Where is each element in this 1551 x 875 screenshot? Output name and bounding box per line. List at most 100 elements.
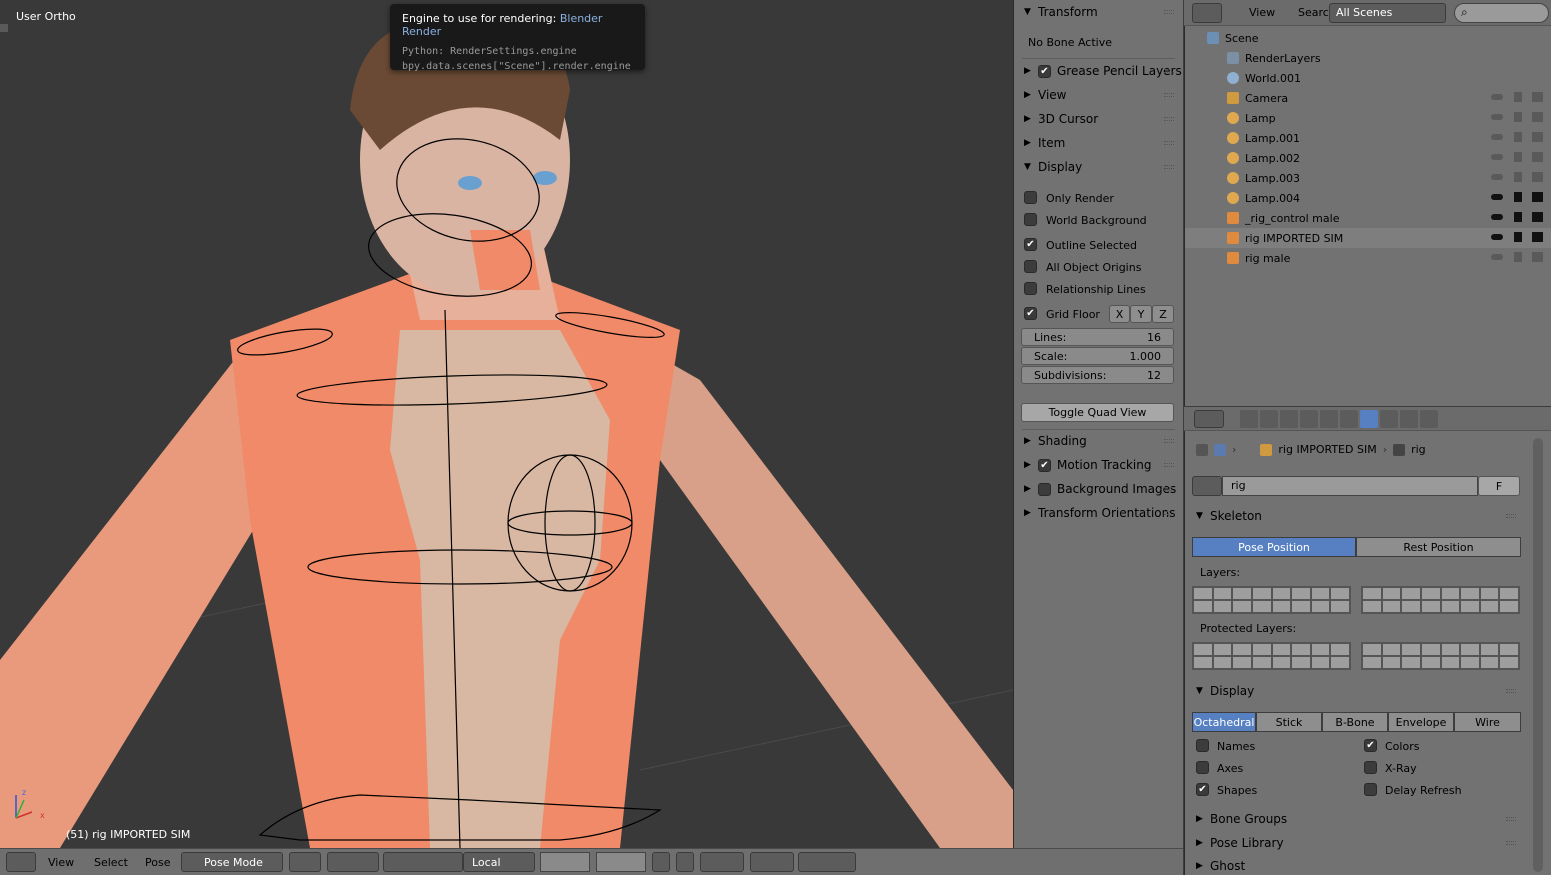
grease-pencil-checkbox[interactable]: ✔: [1038, 64, 1051, 78]
world-tab-icon[interactable]: [1300, 410, 1318, 428]
outline-selected-checkbox[interactable]: ✔: [1024, 238, 1037, 251]
texture-tab-icon[interactable]: [1400, 410, 1418, 428]
outliner-row-renderlayers[interactable]: RenderLayers: [1185, 48, 1551, 68]
panel-background-images[interactable]: ▶ Background Images: [1014, 478, 1184, 500]
layer-buttons-1[interactable]: [540, 852, 590, 872]
bone-layers-grid-2[interactable]: [1361, 586, 1520, 614]
mode-select[interactable]: Pose Mode: [181, 852, 283, 872]
panel-view[interactable]: ▶ View: [1014, 84, 1184, 106]
view-menu[interactable]: View: [48, 852, 74, 872]
armature-browse-button[interactable]: [1192, 476, 1222, 496]
pose-menu[interactable]: Pose: [145, 852, 170, 872]
render-tab-icon[interactable]: [1240, 410, 1258, 428]
lock-layers-icon[interactable]: [652, 852, 670, 872]
rest-position-button[interactable]: Rest Position: [1356, 537, 1521, 557]
orientation-select[interactable]: Local: [463, 852, 535, 872]
panel-grease-pencil[interactable]: ▶ ✔ Grease Pencil Layers: [1014, 60, 1184, 82]
bone-tab-icon[interactable]: [1380, 410, 1398, 428]
panel-label: Ghost: [1210, 858, 1246, 873]
panel-motion-tracking[interactable]: ▶ ✔ Motion Tracking: [1014, 454, 1184, 476]
motion-tracking-checkbox[interactable]: ✔: [1038, 458, 1051, 472]
editor-type-button[interactable]: [6, 852, 36, 872]
scene-tab-icon[interactable]: [1280, 410, 1298, 428]
display-mode-select[interactable]: All Scenes: [1329, 3, 1446, 23]
editor-type-icon[interactable]: [1192, 3, 1222, 23]
grid-axis-x[interactable]: X: [1109, 305, 1130, 323]
panel-transform-orientations[interactable]: ▶ Transform Orientations: [1014, 502, 1184, 524]
datablock-name-field[interactable]: rig: [1222, 476, 1478, 496]
names-checkbox[interactable]: [1196, 739, 1209, 752]
panel-display-armature[interactable]: ▼ Display: [1186, 680, 1526, 702]
panel-label: Item: [1038, 136, 1066, 150]
row-label: Lamp.004: [1245, 191, 1301, 205]
only-render-checkbox[interactable]: [1024, 191, 1037, 204]
panel-pose-library[interactable]: ▶ Pose Library: [1186, 832, 1526, 854]
axes-checkbox[interactable]: [1196, 761, 1209, 774]
render-preview-icon[interactable]: [750, 852, 794, 872]
all-origins-checkbox[interactable]: [1024, 260, 1037, 273]
select-menu[interactable]: Select: [94, 852, 128, 872]
pivot-select[interactable]: [327, 852, 379, 872]
subdivisions-field[interactable]: Subdivisions: 12: [1021, 366, 1174, 384]
outliner-row-world[interactable]: World.001: [1185, 68, 1551, 88]
scale-field[interactable]: Scale: 1.000: [1021, 347, 1174, 365]
relationship-lines-label: Relationship Lines: [1046, 283, 1146, 296]
draw-octahedral-button[interactable]: Octahedral: [1192, 712, 1256, 732]
snap-select[interactable]: [700, 852, 744, 872]
shading-select[interactable]: [289, 852, 321, 872]
bone-layers-grid-1[interactable]: [1192, 586, 1351, 614]
toggle-quad-view-button[interactable]: Toggle Quad View: [1021, 403, 1174, 422]
outliner-search-input[interactable]: ⌕: [1454, 3, 1549, 23]
copy-pose-icon[interactable]: [798, 852, 856, 872]
pin-icon[interactable]: [1196, 443, 1208, 456]
panel-skeleton[interactable]: ▼ Skeleton: [1186, 505, 1526, 527]
manipulator-buttons[interactable]: [383, 852, 463, 872]
protected-layers-grid-2[interactable]: [1361, 642, 1520, 670]
background-images-checkbox[interactable]: [1038, 482, 1051, 496]
constraints-tab-icon[interactable]: [1340, 410, 1358, 428]
lines-field[interactable]: Lines: 16: [1021, 328, 1174, 346]
draw-stick-button[interactable]: Stick: [1256, 712, 1322, 732]
pose-position-button[interactable]: Pose Position: [1192, 537, 1356, 557]
tooltip-path: bpy.data.scenes["Scene"].render.engine: [402, 61, 631, 72]
viewport-status: (51) rig IMPORTED SIM: [66, 828, 191, 841]
panel-3d-cursor[interactable]: ▶ 3D Cursor: [1014, 108, 1184, 130]
panel-ghost[interactable]: ▶ Ghost: [1186, 856, 1526, 875]
layers-tab-icon[interactable]: [1260, 410, 1278, 428]
world-background-checkbox[interactable]: [1024, 213, 1037, 226]
proportional-edit-icon[interactable]: [676, 852, 694, 872]
grid-floor-checkbox[interactable]: ✔: [1024, 307, 1037, 320]
3d-viewport[interactable]: z x User Ortho (51) rig IMPORTED SIM: [0, 0, 1013, 848]
xray-checkbox[interactable]: [1364, 761, 1377, 774]
grid-axis-z[interactable]: Z: [1152, 305, 1174, 323]
panel-label: View: [1038, 88, 1067, 102]
outliner-view-menu[interactable]: View: [1249, 6, 1275, 19]
properties-scrollbar[interactable]: [1533, 438, 1543, 872]
corner-widget[interactable]: [0, 24, 8, 32]
delay-refresh-checkbox[interactable]: [1364, 783, 1377, 796]
fake-user-button[interactable]: F: [1478, 476, 1520, 496]
lamp-icon: [1227, 192, 1239, 204]
shapes-checkbox[interactable]: ✔: [1196, 783, 1209, 796]
outliner-row-scene[interactable]: Scene: [1185, 28, 1551, 48]
panel-transform[interactable]: ▼ Transform: [1014, 1, 1184, 23]
draw-wire-button[interactable]: Wire: [1454, 712, 1521, 732]
draw-bbone-button[interactable]: B-Bone: [1322, 712, 1388, 732]
panel-display[interactable]: ▼ Display: [1014, 156, 1184, 178]
layer-buttons-2[interactable]: [596, 852, 646, 872]
relationship-lines-checkbox[interactable]: [1024, 282, 1037, 295]
panel-shading[interactable]: ▶ Shading: [1014, 430, 1184, 452]
armature-data-tab-icon[interactable]: [1360, 410, 1378, 428]
physics-tab-icon[interactable]: [1420, 410, 1438, 428]
panel-label: Shading: [1038, 434, 1087, 448]
colors-checkbox[interactable]: ✔: [1364, 739, 1377, 752]
protected-layers-grid-1[interactable]: [1192, 642, 1351, 670]
grid-axis-y[interactable]: Y: [1130, 305, 1152, 323]
breadcrumb-data: rig: [1411, 443, 1426, 456]
panel-bone-groups[interactable]: ▶ Bone Groups: [1186, 808, 1526, 830]
draw-envelope-button[interactable]: Envelope: [1388, 712, 1454, 732]
editor-type-icon[interactable]: [1194, 410, 1224, 428]
object-tab-icon[interactable]: [1320, 410, 1338, 428]
panel-item[interactable]: ▶ Item: [1014, 132, 1184, 154]
properties-header: [1184, 407, 1551, 431]
